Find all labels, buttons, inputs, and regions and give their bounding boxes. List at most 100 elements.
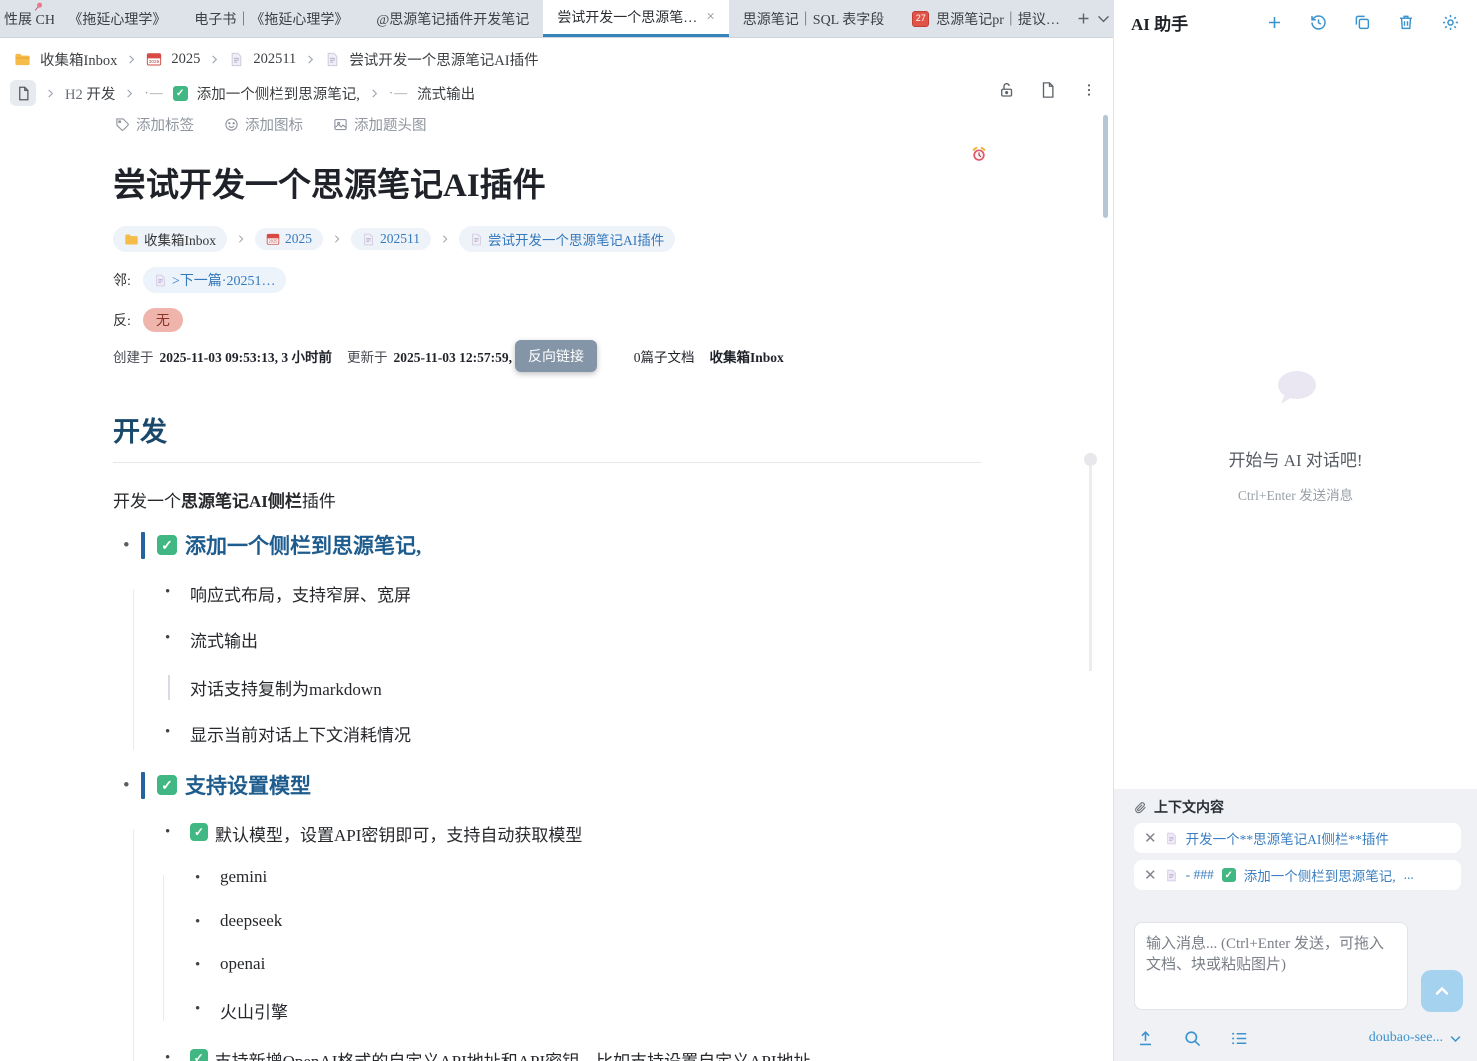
checkbox-checked-icon[interactable]: ✓ [157, 535, 177, 555]
tab-list-button[interactable] [1093, 0, 1113, 37]
doc-meta: 创建于 2025-11-03 09:53:13, 3 小时前 更新于 2025-… [113, 346, 981, 366]
intro-pre: 开发一个 [113, 492, 181, 511]
path-chip-doc[interactable]: 尝试开发一个思源笔记AI插件 [459, 226, 675, 252]
context-item[interactable]: ✕ 开发一个**思源笔记AI侧栏**插件 [1134, 823, 1461, 853]
intro-paragraph[interactable]: 开发一个思源笔记AI侧栏插件 [113, 487, 981, 512]
ai-empty-title: 开始与 AI 对话吧! [1114, 446, 1477, 471]
tab-pinned[interactable]: 性展 CHAN [0, 0, 54, 37]
upload-icon[interactable] [1134, 1027, 1156, 1049]
history-button[interactable] [1308, 12, 1328, 32]
smiley-icon [224, 117, 239, 132]
list-item[interactable]: • ✓ 默认模型，设置API密钥即可，支持自动获取模型 [145, 821, 981, 846]
block-crumb-item2[interactable]: 流式输出 [417, 83, 475, 104]
list-item-text: 响应式布局，支持窄屏、宽屏 [190, 581, 411, 606]
list-item[interactable]: • ✓ 支持设置模型 [113, 770, 981, 800]
new-chat-button[interactable] [1264, 12, 1284, 32]
chevron-right-icon [45, 88, 56, 99]
checkbox-checked-icon[interactable]: ✓ [190, 823, 208, 841]
tab-plugin-dev-notes[interactable]: @思源笔记插件开发笔记 [362, 0, 543, 37]
new-tab-button[interactable] [1074, 0, 1094, 37]
block-crumb-heading[interactable]: H2 开发 [65, 83, 115, 104]
editor-scrollbar[interactable] [1103, 115, 1108, 218]
add-icon-button[interactable]: 添加图标 [224, 114, 303, 135]
breadcrumb-item-doc-title[interactable]: 尝试开发一个思源笔记AI插件 [349, 49, 538, 70]
ai-empty-state: 开始与 AI 对话吧! Ctrl+Enter 发送消息 [1114, 366, 1477, 504]
sub-sub-list: •gemini •deepseek •openai •火山引擎 [163, 867, 981, 1023]
add-tag-button[interactable]: 添加标签 [115, 114, 194, 135]
add-icon-label: 添加图标 [245, 114, 303, 135]
add-banner-button[interactable]: 添加题头图 [333, 114, 427, 135]
list-item[interactable]: •响应式布局，支持窄屏、宽屏 [145, 581, 981, 606]
list-item[interactable]: •流式输出 [145, 627, 981, 652]
scroll-indicator-knob[interactable] [1084, 453, 1097, 466]
search-icon[interactable] [1181, 1027, 1203, 1049]
bullet-icon: • [123, 536, 137, 555]
chevron-down-icon [1448, 1031, 1463, 1046]
scroll-to-top-button[interactable] [1421, 970, 1463, 1012]
path-chip-notebook[interactable]: 收集箱Inbox [113, 226, 227, 252]
list-item-text: 默认模型，设置API密钥即可，支持自动获取模型 [215, 821, 582, 846]
chevron-right-icon [209, 54, 220, 65]
tab-siyuan-pr[interactable]: 27 思源笔记pr｜提议… [898, 0, 1074, 37]
checkbox-checked-icon[interactable]: ✓ [157, 775, 177, 795]
remove-context-icon[interactable]: ✕ [1144, 829, 1157, 847]
checkbox-checked-icon[interactable]: ✓ [190, 1049, 208, 1061]
doc-title[interactable]: 尝试开发一个思源笔记AI插件 [113, 158, 981, 206]
list-item[interactable]: •openai [175, 954, 981, 977]
more-options-icon[interactable] [1079, 80, 1099, 100]
breadcrumb-item-2025[interactable]: 2025 [171, 51, 200, 68]
list-item[interactable]: •火山引擎 [175, 998, 981, 1023]
model-selector[interactable]: doubao-see... [1369, 1030, 1463, 1046]
file-icon[interactable] [1038, 80, 1058, 100]
list-item[interactable]: •gemini [175, 867, 981, 890]
paperclip-icon [1134, 801, 1147, 814]
pin-icon [32, 1, 44, 13]
context-item[interactable]: ✕ - ### ✓ 添加一个侧栏到思源笔记, ... [1134, 860, 1461, 890]
list-item[interactable]: • ✓ 支持新增OpenAI格式的自定义API地址和API密钥，比如支持设置自定… [145, 1047, 981, 1061]
task-heading[interactable]: 支持设置模型 [185, 770, 311, 800]
intro-bold: 思源笔记AI侧栏 [181, 492, 302, 511]
settings-gear-icon[interactable] [1440, 12, 1460, 32]
tab-active-ai-plugin[interactable]: 尝试开发一个思源笔… × [543, 0, 728, 37]
tab-ebook-procrastination[interactable]: 电子书｜《拖延心理学》 [180, 0, 362, 37]
section-heading[interactable]: 开发 [113, 410, 981, 449]
ai-panel-header: AI 助手 [1114, 0, 1477, 44]
list-item[interactable]: •deepseek [175, 911, 981, 934]
clear-chat-button[interactable] [1396, 12, 1416, 32]
neighbor-doc-chip[interactable]: >下一篇·20251… [143, 267, 287, 293]
block-crumb-item1[interactable]: 添加一个侧栏到思源笔记, [197, 83, 360, 104]
notebook-name[interactable]: 收集箱Inbox [710, 346, 784, 366]
path-chip-2025[interactable]: 2025 2025 [255, 228, 323, 250]
subdoc-count[interactable]: 0篇子文档 [634, 346, 695, 366]
tab-close-icon[interactable]: × [706, 9, 714, 26]
ai-assistant-panel: AI 助手 开始与 AI 对话吧! [1113, 0, 1477, 1061]
tab-label: @思源笔记插件开发笔记 [376, 9, 529, 29]
breadcrumb-item-notebook[interactable]: 收集箱Inbox [40, 49, 117, 70]
breadcrumb-item-202511[interactable]: 202511 [253, 51, 296, 68]
remove-context-icon[interactable]: ✕ [1144, 866, 1157, 884]
calendar-icon: 2025 [266, 232, 280, 246]
list-item-glyph: ·— [144, 85, 163, 101]
list-icon[interactable] [1228, 1027, 1250, 1049]
tab-bar: 性展 CHAN 《拖延心理学》 电子书｜《拖延心理学》 @思源笔记插件开发笔记 … [0, 0, 1113, 38]
sub-list: • ✓ 默认模型，设置API密钥即可，支持自动获取模型 •gemini •dee… [133, 821, 981, 1061]
list-item[interactable]: •显示当前对话上下文消耗情况 [145, 721, 981, 746]
unlock-icon[interactable] [997, 80, 1017, 100]
list-item[interactable]: • ✓ 添加一个侧栏到思源笔记, [113, 530, 981, 560]
task-heading[interactable]: 添加一个侧栏到思源笔记, [185, 530, 421, 560]
chip-label: 202511 [380, 231, 420, 247]
backlink-none-pill[interactable]: 无 [143, 308, 183, 332]
model-name: 火山引擎 [220, 998, 288, 1023]
copy-button[interactable] [1352, 12, 1372, 32]
sub-paragraph[interactable]: 对话支持复制为markdown [168, 675, 981, 700]
tab-sql-fields[interactable]: 思源笔记｜SQL 表字段 [729, 0, 898, 37]
doc-root-icon[interactable] [10, 80, 36, 106]
scroll-indicator[interactable] [1084, 453, 1097, 671]
tab-procrastination-book[interactable]: 《拖延心理学》 [54, 0, 180, 37]
path-chip-202511[interactable]: 202511 [351, 228, 431, 250]
message-input[interactable] [1134, 922, 1408, 1010]
tab-label: 《拖延心理学》 [68, 9, 166, 29]
svg-text:2025: 2025 [149, 59, 160, 64]
ai-empty-hint: Ctrl+Enter 发送消息 [1114, 484, 1477, 504]
svg-text:2025: 2025 [268, 239, 278, 244]
